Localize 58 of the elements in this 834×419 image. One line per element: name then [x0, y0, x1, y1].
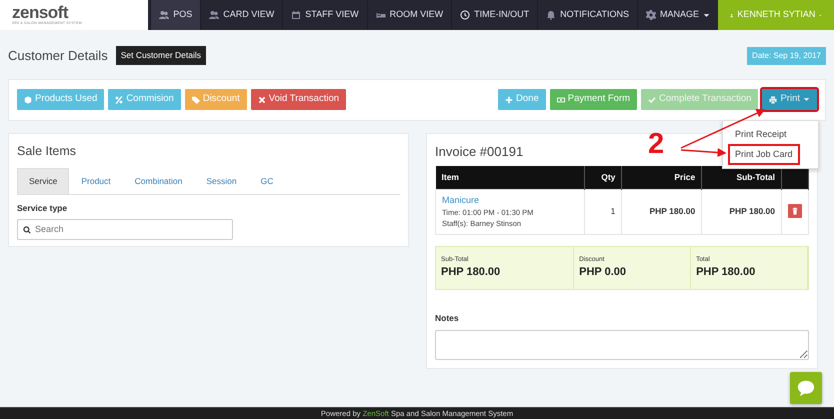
tab[interactable]: Combination — [122, 168, 194, 194]
column-header: Price — [622, 166, 702, 189]
set-customer-button[interactable]: Set Customer Details — [116, 46, 206, 66]
total-value: PHP 0.00 — [579, 265, 628, 280]
table-cell: PHP 180.00 — [702, 189, 782, 234]
item-link[interactable]: Manicure — [442, 194, 578, 207]
panel-title: Sale Items — [17, 142, 78, 160]
cross-icon — [258, 96, 266, 104]
nav-tab[interactable]: ROOM VIEW — [366, 0, 452, 30]
nav-tab[interactable]: NOTIFICATIONS — [537, 0, 637, 30]
nav-tab[interactable]: CARD VIEW — [200, 0, 282, 30]
column-header: Qty — [584, 166, 622, 189]
bed-icon — [376, 10, 386, 20]
check-icon — [648, 96, 656, 104]
column-header: Item — [436, 166, 585, 189]
tab[interactable]: Product — [69, 168, 123, 194]
chat-icon — [797, 379, 815, 397]
percent-icon — [115, 96, 124, 104]
caret-icon — [803, 96, 810, 103]
chat-button[interactable] — [790, 372, 822, 404]
tab[interactable]: Session — [194, 168, 249, 194]
clock-icon — [460, 10, 470, 20]
bell-icon — [546, 10, 556, 20]
printer-icon — [769, 96, 778, 104]
nav-tab[interactable]: TIME-IN/OUT — [451, 0, 538, 30]
notes-field[interactable] — [435, 330, 809, 360]
gear-icon — [646, 10, 656, 20]
search-field[interactable]: Search — [17, 218, 233, 240]
field-label: Notes — [435, 312, 460, 324]
plus-icon — [505, 96, 514, 104]
users-icon — [159, 10, 170, 20]
delete-button[interactable] — [788, 204, 802, 218]
banknote-icon — [556, 96, 565, 104]
page-title: Customer Details — [8, 47, 108, 65]
menu-item[interactable]: Print Receipt — [730, 126, 792, 144]
users-icon — [209, 10, 220, 20]
annotation-number: 2 — [648, 130, 664, 159]
print-button[interactable]: Print — [762, 89, 817, 110]
action-button[interactable]: Payment Form — [550, 89, 638, 110]
total-value: PHP 180.00 — [441, 265, 502, 280]
field-label: Service type — [17, 202, 68, 215]
nav-tab[interactable]: POS — [150, 0, 200, 30]
cube-icon — [24, 96, 32, 104]
calendar-icon — [291, 10, 302, 20]
total-value: PHP 180.00 — [696, 265, 756, 280]
user-menu[interactable]: KENNETH SYTIAN — [718, 0, 834, 30]
tab[interactable]: GC — [248, 168, 286, 194]
invoice-title: Invoice #00191 — [435, 142, 524, 160]
search-icon — [23, 226, 31, 234]
table-cell: 1 — [584, 189, 622, 234]
table-cell: PHP 180.00 — [622, 189, 702, 234]
trash-icon — [791, 207, 799, 216]
tab[interactable]: Service — [17, 168, 70, 194]
tag-icon — [192, 96, 200, 104]
date-badge: Date: Sep 19, 2017 — [747, 46, 826, 65]
action-button[interactable]: Void Transaction — [250, 89, 346, 110]
menu-item[interactable]: Print Job Card — [730, 146, 798, 163]
nav-tab[interactable]: STAFF VIEW — [282, 0, 367, 30]
